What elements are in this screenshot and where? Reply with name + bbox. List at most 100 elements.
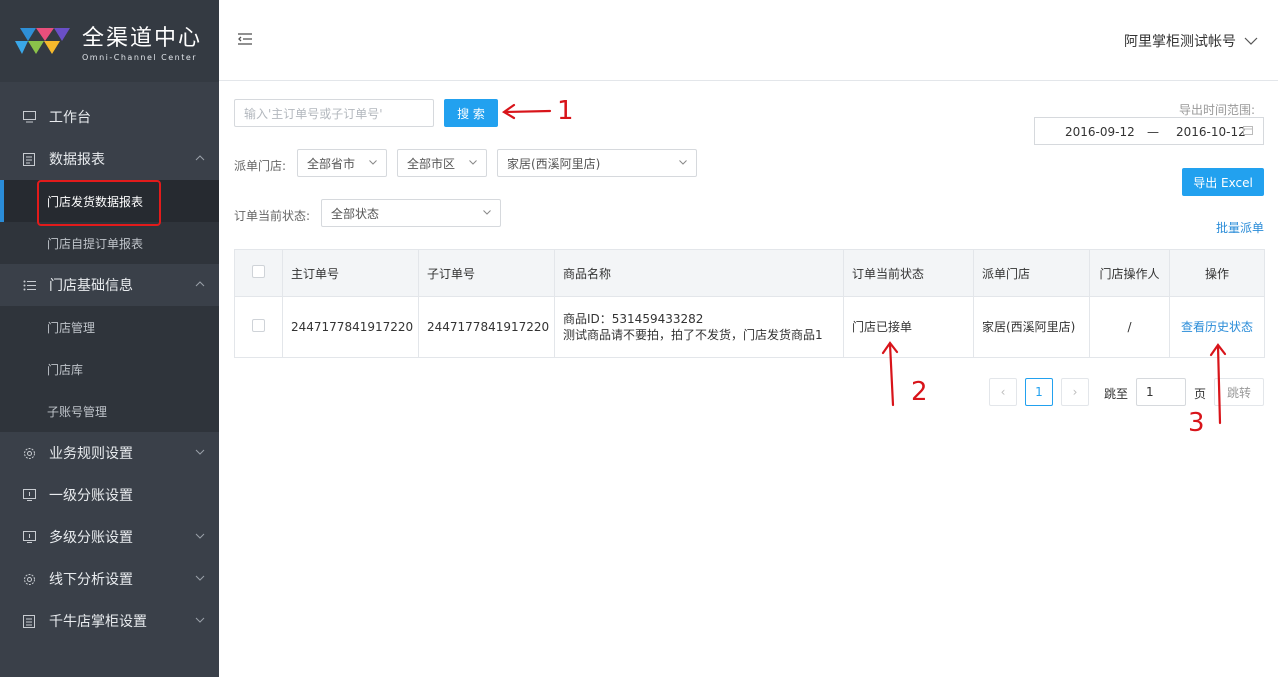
row-select-cell bbox=[234, 296, 283, 358]
city-select-value: 全部市区 bbox=[407, 156, 456, 171]
goto-label: 跳至 bbox=[1104, 387, 1129, 401]
sidebar-item-reports[interactable]: 数据报表 bbox=[0, 138, 219, 180]
menu-collapse-icon[interactable] bbox=[238, 33, 252, 45]
order-search-input[interactable]: 输入'主订单号或子订单号' bbox=[234, 99, 434, 127]
annotation-label-2: 2 bbox=[911, 377, 928, 407]
sidebar-item-label: 门店基础信息 bbox=[49, 278, 133, 294]
monitor-icon bbox=[22, 110, 36, 124]
sidebar-item-business-rules[interactable]: 业务规则设置 bbox=[0, 432, 219, 474]
account-icon bbox=[22, 488, 36, 502]
store-select-value: 家居(西溪阿里店) bbox=[507, 156, 601, 171]
chevron-down-icon bbox=[195, 531, 205, 539]
annotation-label-1: 1 bbox=[557, 96, 574, 126]
sidebar-item-label: 数据报表 bbox=[49, 152, 105, 168]
logo: 全渠道中心 Omni-Channel Center bbox=[0, 0, 219, 82]
export-range-label: 导出时间范围: bbox=[1179, 103, 1256, 117]
select-all-checkbox[interactable] bbox=[252, 265, 265, 278]
doc-icon bbox=[22, 614, 36, 628]
province-select[interactable]: 全部省市 bbox=[297, 149, 387, 177]
sidebar: 全渠道中心 Omni-Channel Center 工作台 数据报表 门店发货数… bbox=[0, 0, 219, 677]
sidebar-item-multilevel-split[interactable]: 多级分账设置 bbox=[0, 516, 219, 558]
sidebar-item-store-info[interactable]: 门店基础信息 bbox=[0, 264, 219, 306]
list-icon bbox=[22, 278, 36, 292]
sidebar-item-store-management[interactable]: 门店管理 bbox=[0, 306, 219, 348]
table-header-row: 主订单号 子订单号 商品名称 订单当前状态 派单门店 门店操作人 操作 bbox=[234, 249, 1265, 297]
chevron-up-icon bbox=[195, 153, 205, 161]
sidebar-item-workbench[interactable]: 工作台 bbox=[0, 96, 219, 138]
sidebar-item-label: 门店库 bbox=[47, 362, 84, 377]
annotation-label-3: 3 bbox=[1188, 408, 1205, 438]
sub-order-cell: 2447177841917220 bbox=[418, 296, 555, 358]
store-select[interactable]: 家居(西溪阿里店) bbox=[497, 149, 697, 177]
main-order-cell: 2447177841917220 bbox=[282, 296, 419, 358]
column-header: 商品名称 bbox=[554, 249, 844, 297]
export-excel-button[interactable]: 导出 Excel bbox=[1182, 168, 1264, 196]
column-header: 子订单号 bbox=[418, 249, 555, 297]
chevron-up-icon bbox=[195, 279, 205, 287]
date-start: 2016-09-12 bbox=[1065, 125, 1135, 139]
product-name: 测试商品请不要拍，拍了不发货，门店发货商品1 bbox=[563, 328, 823, 342]
batch-dispatch-link[interactable]: 批量派单 bbox=[1216, 219, 1264, 236]
sidebar-item-store-pickup-report[interactable]: 门店自提订单报表 bbox=[0, 222, 219, 264]
chevron-down-icon bbox=[483, 208, 491, 218]
chevron-down-icon bbox=[195, 447, 205, 455]
account-menu[interactable]: 阿里掌柜测试帐号 bbox=[1124, 31, 1258, 51]
sidebar-item-label: 多级分账设置 bbox=[49, 530, 133, 546]
store-cell: 家居(西溪阿里店) bbox=[973, 296, 1090, 358]
next-page-button[interactable]: › bbox=[1061, 378, 1089, 406]
operator-cell: / bbox=[1089, 296, 1170, 358]
select-all-cell bbox=[234, 249, 283, 297]
chevron-down-icon bbox=[679, 158, 687, 168]
sidebar-nav: 工作台 数据报表 门店发货数据报表 门店自提订单报表 门店基础信息 门店管理 门… bbox=[0, 96, 219, 642]
annotation-highlight-box bbox=[37, 180, 161, 226]
chevron-down-icon bbox=[195, 573, 205, 581]
city-select[interactable]: 全部市区 bbox=[397, 149, 487, 177]
column-header: 门店操作人 bbox=[1089, 249, 1170, 297]
export-date-range[interactable]: 2016-09-12 — 2016-10-12 bbox=[1034, 117, 1264, 145]
sidebar-item-offline-analysis[interactable]: 线下分析设置 bbox=[0, 558, 219, 600]
orders-table: 主订单号 子订单号 商品名称 订单当前状态 派单门店 门店操作人 操作 2447… bbox=[234, 249, 1265, 358]
view-history-link[interactable]: 查看历史状态 bbox=[1181, 320, 1253, 334]
sidebar-item-label: 线下分析设置 bbox=[49, 572, 133, 588]
sidebar-item-label: 子账号管理 bbox=[47, 404, 108, 419]
sidebar-item-label: 千牛店掌柜设置 bbox=[49, 614, 147, 630]
status-filter-label: 订单当前状态: bbox=[234, 209, 311, 223]
product-id: 商品ID：531459433282 bbox=[563, 312, 704, 326]
chevron-down-icon bbox=[469, 158, 477, 168]
sidebar-item-label: 工作台 bbox=[49, 110, 91, 126]
date-separator: — bbox=[1147, 125, 1159, 139]
search-button[interactable]: 搜 索 bbox=[444, 99, 498, 127]
sidebar-item-level1-split[interactable]: 一级分账设置 bbox=[0, 474, 219, 516]
chevron-down-icon bbox=[1244, 34, 1258, 48]
sidebar-item-label: 业务规则设置 bbox=[49, 446, 133, 462]
account-name: 阿里掌柜测试帐号 bbox=[1124, 34, 1236, 50]
logo-mark-icon bbox=[14, 24, 74, 58]
gear-icon bbox=[22, 572, 36, 586]
table-row: 2447177841917220 2447177841917220 商品ID：5… bbox=[234, 296, 1265, 358]
date-end: 2016-10-12 bbox=[1176, 125, 1246, 139]
gear-icon bbox=[22, 446, 36, 460]
page-unit-label: 页 bbox=[1194, 387, 1207, 401]
action-cell: 查看历史状态 bbox=[1169, 296, 1265, 358]
column-header: 派单门店 bbox=[973, 249, 1090, 297]
page-1-button[interactable]: 1 bbox=[1025, 378, 1053, 406]
logo-title: 全渠道中心 bbox=[82, 26, 203, 51]
logo-subtitle: Omni-Channel Center bbox=[82, 53, 198, 62]
product-cell: 商品ID：531459433282 测试商品请不要拍，拍了不发货，门店发货商品1 bbox=[554, 296, 844, 358]
jump-button[interactable]: 跳转 bbox=[1214, 378, 1264, 406]
sidebar-item-sub-accounts[interactable]: 子账号管理 bbox=[0, 390, 219, 432]
chevron-down-icon bbox=[195, 615, 205, 623]
province-select-value: 全部省市 bbox=[307, 156, 356, 171]
goto-page-input[interactable]: 1 bbox=[1136, 378, 1186, 406]
top-header: 阿里掌柜测试帐号 bbox=[219, 0, 1278, 81]
status-select[interactable]: 全部状态 bbox=[321, 199, 501, 227]
status-cell: 门店已接单 bbox=[843, 296, 974, 358]
sidebar-item-store-library[interactable]: 门店库 bbox=[0, 348, 219, 390]
row-checkbox[interactable] bbox=[252, 318, 265, 332]
column-header: 主订单号 bbox=[282, 249, 419, 297]
prev-page-button[interactable]: ‹ bbox=[989, 378, 1017, 406]
calendar-icon bbox=[1243, 124, 1253, 138]
sidebar-item-qianniu-settings[interactable]: 千牛店掌柜设置 bbox=[0, 600, 219, 642]
sidebar-item-label: 一级分账设置 bbox=[49, 488, 133, 504]
account-icon bbox=[22, 530, 36, 544]
